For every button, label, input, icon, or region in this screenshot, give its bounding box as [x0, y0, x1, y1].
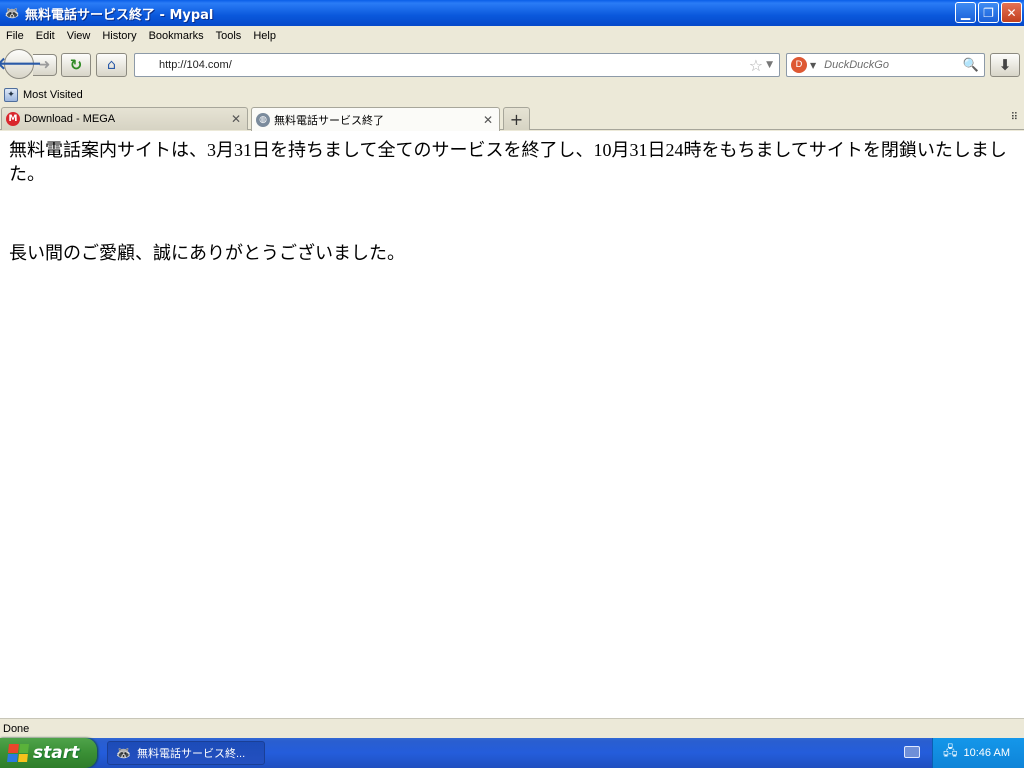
tab-label: Download - MEGA [24, 113, 116, 125]
tab-strip: M Download - MEGA ✕ ◍ 無料電話サービス終了 ✕ + ⠿ [0, 105, 1024, 131]
menu-bookmarks[interactable]: Bookmarks [143, 30, 210, 42]
bookmark-most-visited[interactable]: Most Visited [23, 89, 83, 101]
close-button[interactable]: ✕ [1001, 2, 1022, 23]
mypal-app-icon[interactable]: 🦝 [4, 5, 20, 21]
bookmarks-bar: ✦ Most Visited [0, 84, 1024, 105]
reload-icon: ↻ [69, 56, 83, 74]
start-label: start [33, 743, 80, 763]
back-arrow-icon: 🡐 [0, 54, 42, 74]
downloads-button[interactable]: ⬇ [990, 53, 1020, 77]
menu-tools[interactable]: Tools [210, 30, 248, 42]
status-text: Done [3, 722, 30, 735]
status-bar: Done [0, 718, 1024, 738]
menu-bar: File Edit View History Bookmarks Tools H… [0, 26, 1024, 46]
mypal-taskbar-icon: 🦝 [116, 746, 131, 760]
search-bar[interactable]: D ▼ DuckDuckGo 🔍 [786, 53, 985, 77]
window-title-bar[interactable]: 🦝 無料電話サービス終了 - Mypal ▁ ❐ ✕ [0, 0, 1024, 26]
windows-logo-icon [7, 744, 29, 762]
home-icon: ⌂ [107, 57, 116, 73]
duckduckgo-icon[interactable]: D [791, 57, 807, 73]
menu-edit[interactable]: Edit [30, 30, 61, 42]
keyboard-icon[interactable] [904, 746, 920, 758]
close-tab-icon[interactable]: ✕ [483, 113, 493, 127]
thank-you-message: 長い間のご愛顧、誠にありがとうございました。 [9, 243, 405, 263]
network-icon[interactable]: 🖧 [943, 742, 958, 764]
menu-history[interactable]: History [96, 30, 142, 42]
back-button[interactable]: 🡐 [0, 49, 42, 79]
globe-icon: ◍ [256, 112, 270, 127]
minimize-button[interactable]: ▁ [955, 2, 976, 23]
system-tray: 🖧 10:46 AM [932, 738, 1024, 768]
search-placeholder[interactable]: DuckDuckGo [824, 59, 963, 71]
restore-button[interactable]: ❐ [978, 2, 999, 23]
tab-label: 無料電話サービス終了 [274, 114, 384, 127]
home-button[interactable]: ⌂ [96, 53, 127, 77]
navigation-toolbar: ➜ 🡐 ↻ ⌂ http://104.com/ ☆ ▼ D ▼ DuckDuck… [0, 46, 1024, 82]
taskbar: start 🦝 無料電話サービス終... 🖧 10:46 AM [0, 738, 1024, 768]
new-tab-button[interactable]: + [503, 107, 530, 130]
close-tab-icon[interactable]: ✕ [231, 112, 241, 126]
bookmark-star-icon[interactable]: ☆ [749, 56, 763, 75]
taskbar-window-label: 無料電話サービス終... [136, 748, 246, 760]
tab-active-page[interactable]: ◍ 無料電話サービス終了 ✕ [251, 107, 500, 131]
plus-icon: + [509, 109, 524, 129]
closure-notice: 無料電話案内サイトは、3月31日を持ちまして全てのサービスを終了し、10月31日… [9, 140, 1007, 184]
download-arrow-icon: ⬇ [998, 56, 1012, 74]
tab-list-icon[interactable]: ⠿ [1011, 112, 1018, 123]
window-controls: ▁ ❐ ✕ [955, 2, 1022, 23]
menu-help[interactable]: Help [247, 30, 282, 42]
page-content: 無料電話案内サイトは、3月31日を持ちまして全てのサービスを終了し、10月31日… [0, 131, 1024, 718]
url-dropdown-icon[interactable]: ▼ [766, 60, 773, 70]
bookmark-folder-icon: ✦ [4, 87, 18, 102]
start-button[interactable]: start [0, 738, 97, 768]
taskbar-window-button[interactable]: 🦝 無料電話サービス終... [107, 741, 265, 765]
reload-button[interactable]: ↻ [61, 53, 91, 77]
menu-file[interactable]: File [0, 30, 30, 42]
search-icon[interactable]: 🔍 [963, 58, 979, 73]
search-engine-dropdown-icon[interactable]: ▼ [810, 61, 816, 70]
window-title: 無料電話サービス終了 - Mypal [25, 7, 214, 23]
clock[interactable]: 10:46 AM [964, 747, 1010, 759]
menu-view[interactable]: View [61, 30, 97, 42]
url-bar[interactable]: http://104.com/ ☆ ▼ [134, 53, 780, 77]
tab-download-mega[interactable]: M Download - MEGA ✕ [1, 107, 248, 130]
mega-icon: M [6, 112, 20, 126]
url-text[interactable]: http://104.com/ [159, 59, 749, 71]
